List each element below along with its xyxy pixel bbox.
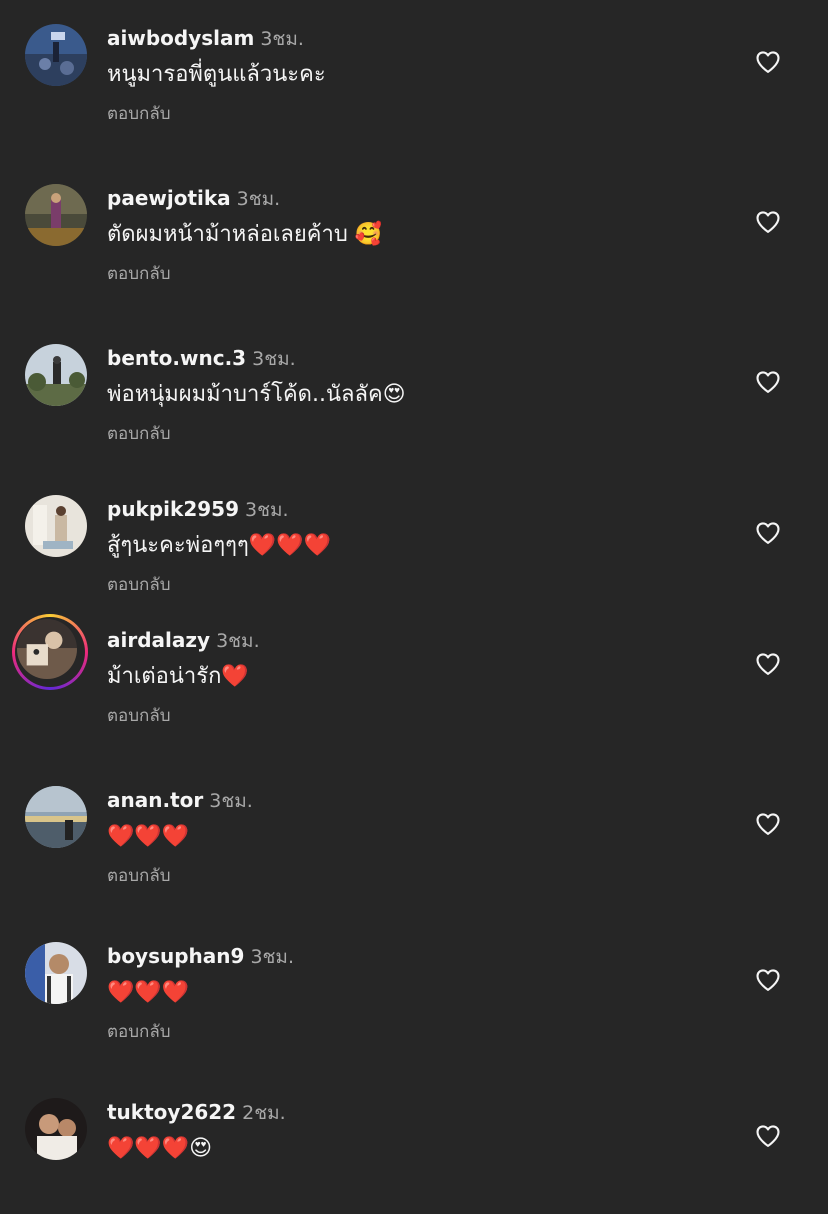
timestamp: 3ชม. <box>252 348 296 370</box>
avatar[interactable] <box>25 24 87 86</box>
username[interactable]: boysuphan9 <box>107 944 244 968</box>
username[interactable]: aiwbodyslam <box>107 26 254 50</box>
timestamp: 3ชม. <box>216 630 260 652</box>
heart-outline-icon <box>756 51 780 73</box>
comment-item: paewjotika 3ชม. ตัดผมหน้าม้าหล่อเลยค้าบ 🥰… <box>0 160 828 300</box>
heart-outline-icon <box>756 371 780 393</box>
avatar[interactable] <box>25 786 87 848</box>
avatar-story-ring[interactable] <box>12 614 88 690</box>
like-button[interactable] <box>754 208 782 236</box>
like-button[interactable] <box>754 650 782 678</box>
like-button[interactable] <box>754 966 782 994</box>
avatar[interactable] <box>25 495 87 557</box>
timestamp: 3ชม. <box>250 946 295 968</box>
avatar[interactable] <box>25 942 87 1004</box>
avatar[interactable] <box>25 184 87 246</box>
avatar-image <box>17 619 77 679</box>
comment-meta: aiwbodyslam 3ชม. <box>107 26 304 51</box>
avatar-image <box>25 1098 87 1160</box>
heart-outline-icon <box>756 813 780 835</box>
avatar-image <box>25 184 87 246</box>
comment-text: ❤️❤️❤️ <box>107 824 190 849</box>
reply-button[interactable]: ตอบกลับ <box>107 705 171 727</box>
reply-button[interactable]: ตอบกลับ <box>107 263 171 285</box>
avatar-image <box>25 24 87 86</box>
username[interactable]: anan.tor <box>107 788 203 812</box>
reply-button[interactable]: ตอบกลับ <box>107 423 171 445</box>
comment-meta: anan.tor 3ชม. <box>107 788 253 813</box>
reply-button[interactable]: ตอบกลับ <box>107 1021 171 1043</box>
reply-button[interactable]: ตอบกลับ <box>107 574 171 596</box>
username[interactable]: airdalazy <box>107 628 210 652</box>
comment-meta: airdalazy 3ชม. <box>107 628 260 653</box>
username[interactable]: bento.wnc.3 <box>107 346 246 370</box>
comment-text: ม้าเต่อน่ารัก❤️ <box>107 664 249 689</box>
comment-meta: boysuphan9 3ชม. <box>107 944 294 969</box>
avatar[interactable] <box>25 344 87 406</box>
comment-text: หนูมารอพี่ตูนแล้วนะคะ <box>107 62 326 87</box>
like-button[interactable] <box>754 810 782 838</box>
avatar <box>17 619 77 679</box>
comment-text: ❤️❤️❤️😍 <box>107 1136 213 1161</box>
comment-text: พ่อหนุ่มผมม้าบาร์โค้ด..นัลลัค😍 <box>107 382 406 407</box>
like-button[interactable] <box>754 368 782 396</box>
avatar-image <box>25 786 87 848</box>
heart-outline-icon <box>756 211 780 233</box>
avatar-image <box>25 495 87 557</box>
comment-meta: bento.wnc.3 3ชม. <box>107 346 296 371</box>
comment-meta: pukpik2959 3ชม. <box>107 497 289 522</box>
timestamp: 3ชม. <box>236 188 281 210</box>
comment-text: ตัดผมหน้าม้าหล่อเลยค้าบ 🥰 <box>107 222 383 247</box>
comment-text: สู้ๆนะคะพ่อๆๆๆ❤️❤️❤️ <box>107 533 331 558</box>
heart-outline-icon <box>756 1125 780 1147</box>
timestamp: 3ชม. <box>260 28 304 50</box>
comment-item: anan.tor 3ชม. ❤️❤️❤️ ตอบกลับ <box>0 762 828 902</box>
comment-item: airdalazy 3ชม. ม้าเต่อน่ารัก❤️ ตอบกลับ <box>0 602 828 742</box>
reply-button[interactable]: ตอบกลับ <box>107 865 171 887</box>
timestamp: 3ชม. <box>245 499 289 521</box>
username[interactable]: paewjotika <box>107 186 231 210</box>
timestamp: 3ชม. <box>209 790 253 812</box>
reply-button[interactable]: ตอบกลับ <box>107 103 171 125</box>
heart-outline-icon <box>756 522 780 544</box>
comment-item: bento.wnc.3 3ชม. พ่อหนุ่มผมม้าบาร์โค้ด..น… <box>0 320 828 460</box>
heart-outline-icon <box>756 969 780 991</box>
comment-item: aiwbodyslam 3ชม. หนูมารอพี่ตูนแล้วนะคะ ตอ… <box>0 0 828 140</box>
comment-item: boysuphan9 3ชม. ❤️❤️❤️ ตอบกลับ <box>0 918 828 1058</box>
username[interactable]: pukpik2959 <box>107 497 239 521</box>
comment-text: ❤️❤️❤️ <box>107 980 190 1005</box>
comment-item: tuktoy2622 2ชม. ❤️❤️❤️😍 <box>0 1074 828 1214</box>
like-button[interactable] <box>754 1122 782 1150</box>
like-button[interactable] <box>754 48 782 76</box>
like-button[interactable] <box>754 519 782 547</box>
avatar[interactable] <box>25 1098 87 1160</box>
avatar-image <box>25 344 87 406</box>
comment-meta: paewjotika 3ชม. <box>107 186 280 211</box>
timestamp: 2ชม. <box>242 1102 286 1124</box>
heart-outline-icon <box>756 653 780 675</box>
comment-item: pukpik2959 3ชม. สู้ๆนะคะพ่อๆๆๆ❤️❤️❤️ ตอบก… <box>0 471 828 611</box>
comment-meta: tuktoy2622 2ชม. <box>107 1100 286 1125</box>
avatar-image <box>25 942 87 1004</box>
username[interactable]: tuktoy2622 <box>107 1100 236 1124</box>
